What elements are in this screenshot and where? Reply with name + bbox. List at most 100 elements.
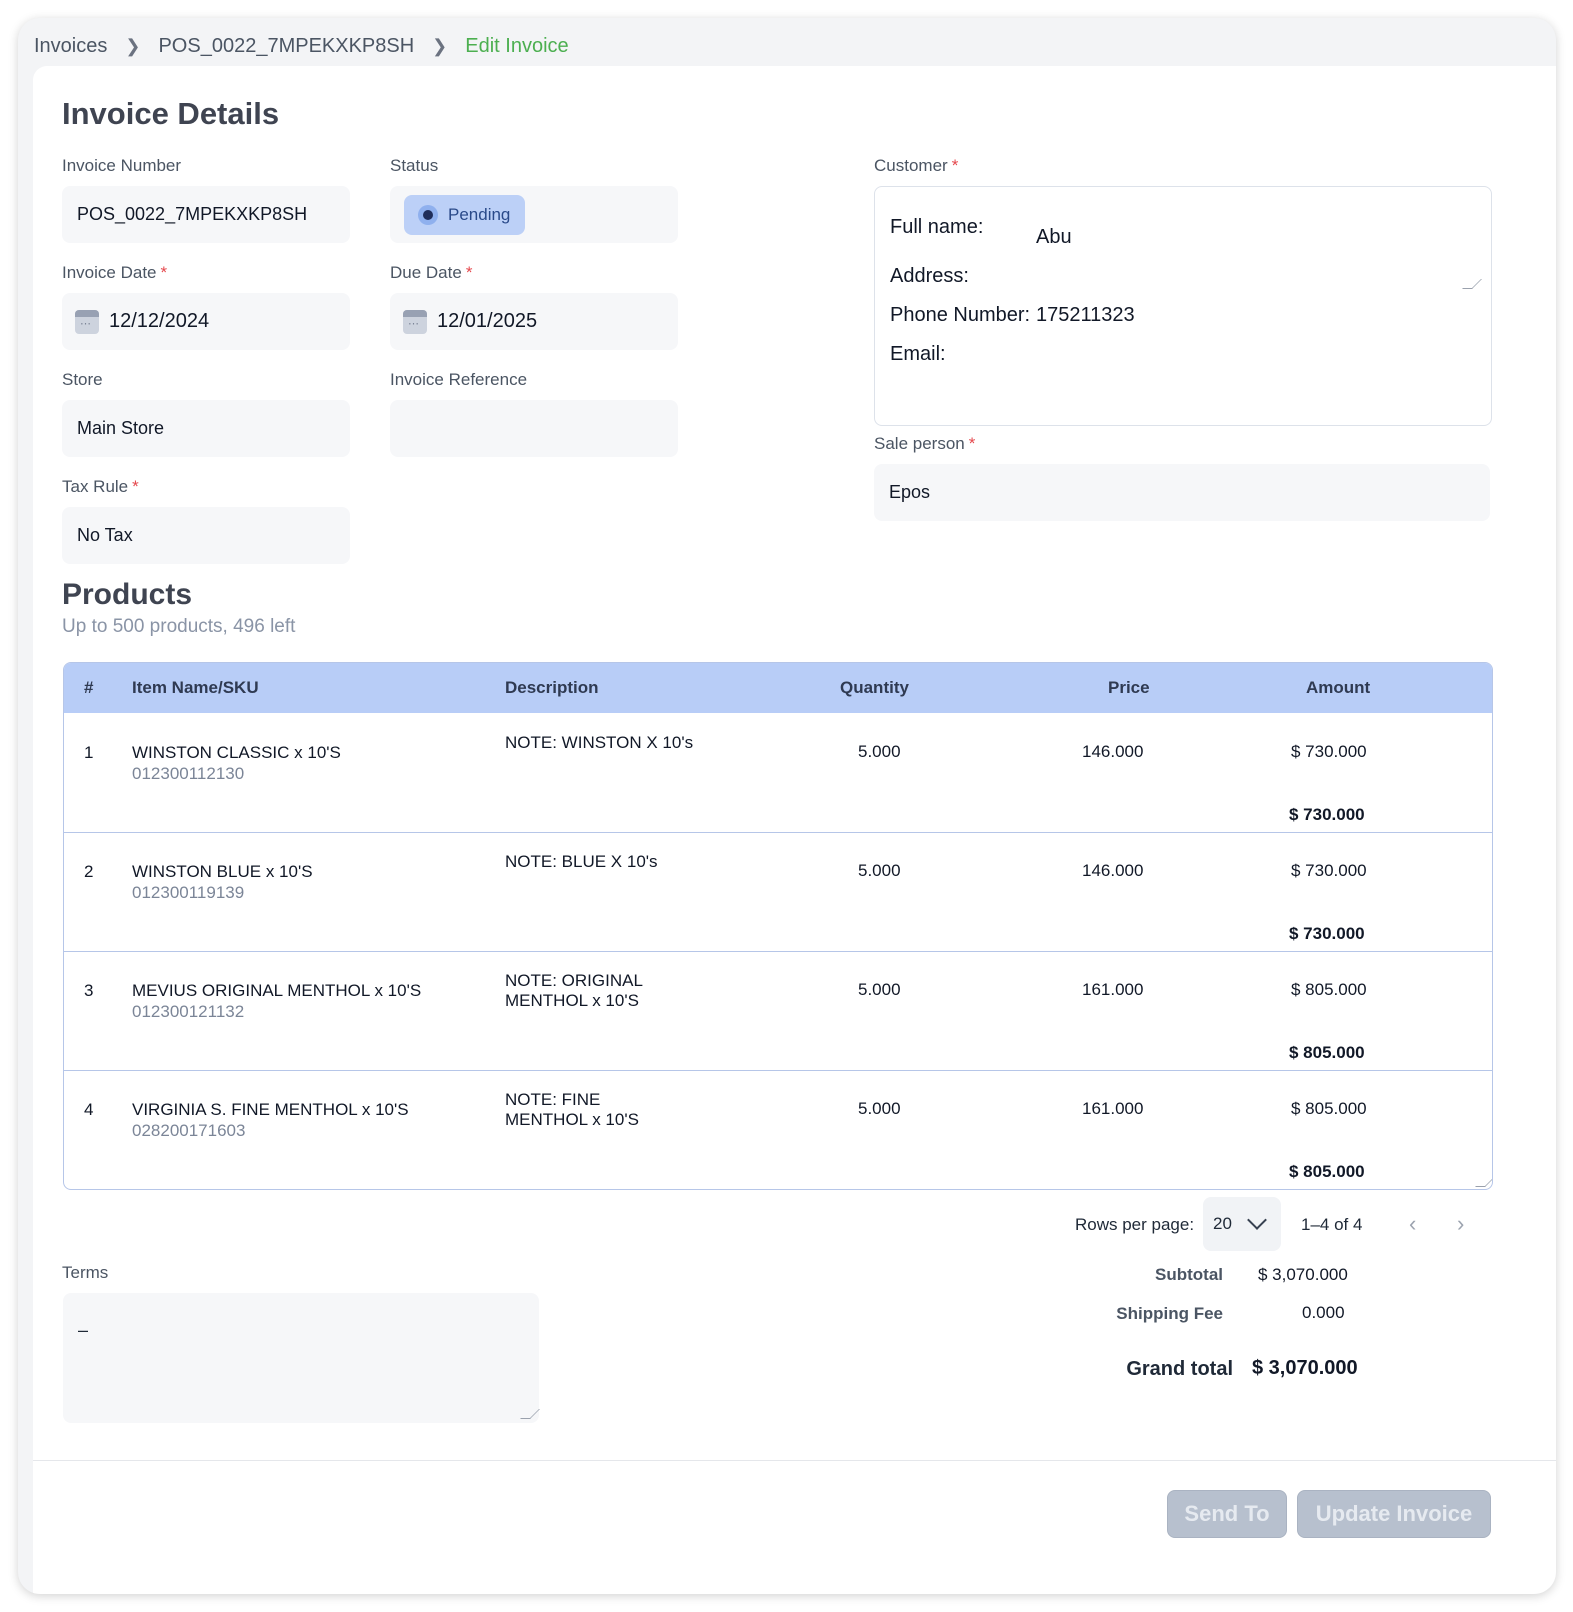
- item-name: VIRGINIA S. FINE MENTHOL x 10'S: [132, 1100, 409, 1119]
- item-price[interactable]: 161.000: [1082, 1099, 1143, 1119]
- rows-per-page-select[interactable]: 20: [1203, 1197, 1281, 1251]
- invoice-date-label: Invoice Date *: [62, 263, 167, 283]
- invoice-reference-label: Invoice Reference: [390, 370, 528, 389]
- item-price[interactable]: 146.000: [1082, 742, 1143, 762]
- chevron-right-icon: ❯: [432, 35, 448, 56]
- item-description: NOTE: FINE: [505, 1090, 601, 1109]
- customer-address-label: Address:: [890, 265, 969, 287]
- tax-rule-label-text: Tax Rule: [62, 477, 129, 496]
- table-row[interactable]: 3 MEVIUS ORIGINAL MENTHOL x 10'S 0123001…: [64, 951, 1492, 1071]
- grand-total-value: $ 3,070.000: [1252, 1357, 1358, 1379]
- invoice-date-field[interactable]: 12/12/2024: [62, 293, 350, 350]
- tax-rule-field[interactable]: No Tax: [62, 507, 350, 564]
- required-mark: *: [465, 263, 473, 282]
- item-quantity[interactable]: 5.000: [858, 861, 901, 881]
- item-total: $ 730.000: [1289, 924, 1365, 943]
- breadcrumb: Invoices ❯ POS_0022_7MPEKXKP8SH ❯ Edit I…: [34, 30, 569, 62]
- item-name: MEVIUS ORIGINAL MENTHOL x 10'S: [132, 981, 422, 1000]
- subtotal-label: Subtotal: [1155, 1265, 1223, 1284]
- chevron-right-icon: ❯: [125, 35, 141, 56]
- status-label: Status: [390, 156, 439, 175]
- column-header-number: #: [84, 678, 94, 697]
- footer-divider: [33, 1460, 1556, 1461]
- row-number: 4: [84, 1100, 94, 1119]
- due-date-field[interactable]: 12/01/2025: [390, 293, 678, 350]
- table-row[interactable]: 2 WINSTON BLUE x 10'S 012300119139 NOTE:…: [64, 832, 1492, 952]
- table-row[interactable]: 1 WINSTON CLASSIC x 10'S 012300112130 NO…: [64, 713, 1492, 833]
- calendar-icon[interactable]: [75, 309, 99, 334]
- breadcrumb-invoice-number[interactable]: POS_0022_7MPEKXKP8SH: [158, 35, 414, 58]
- grand-total-label: Grand total: [1126, 1358, 1233, 1380]
- due-date-label-text: Due Date: [390, 263, 462, 282]
- chevron-down-icon: [1247, 1210, 1267, 1230]
- required-mark: *: [968, 434, 976, 453]
- item-quantity[interactable]: 5.000: [858, 1099, 901, 1119]
- resize-handle-icon[interactable]: [1462, 279, 1482, 289]
- item-quantity[interactable]: 5.000: [858, 980, 901, 1000]
- invoice-card: Invoice Details Invoice Number POS_0022_…: [33, 66, 1556, 1594]
- products-subtitle: Up to 500 products, 496 left: [62, 616, 296, 637]
- item-total: $ 805.000: [1289, 1043, 1365, 1062]
- required-mark: *: [132, 477, 139, 496]
- rows-per-page-label: Rows per page:: [1075, 1215, 1195, 1234]
- invoice-date-value: 12/12/2024: [109, 310, 210, 332]
- item-price[interactable]: 146.000: [1082, 861, 1143, 881]
- item-description: NOTE: BLUE X 10's: [505, 852, 658, 871]
- customer-phone: 175211323: [1036, 304, 1135, 326]
- radio-selected-icon: [418, 205, 438, 225]
- invoice-number-label: Invoice Number: [62, 156, 182, 175]
- terms-textarea[interactable]: –: [63, 1293, 540, 1423]
- table-header: # Item Name/SKU Description Quantity Pri…: [64, 663, 1492, 713]
- due-date-value: 12/01/2025: [437, 310, 538, 332]
- terms-label: Terms: [62, 1263, 109, 1282]
- customer-full-name-label: Full name:: [890, 216, 984, 238]
- item-sku: 012300121132: [132, 1002, 245, 1021]
- customer-label-text: Customer: [874, 156, 948, 175]
- row-number: 3: [84, 981, 94, 1000]
- terms-value: –: [78, 1320, 89, 1340]
- status-chip[interactable]: Pending: [404, 195, 526, 235]
- required-mark: *: [951, 156, 959, 175]
- item-description-line2: MENTHOL x 10'S: [505, 991, 639, 1010]
- shipping-fee-value[interactable]: 0.000: [1302, 1303, 1345, 1323]
- row-number: 2: [84, 862, 94, 881]
- column-header-price: Price: [1108, 678, 1150, 697]
- resize-handle-icon[interactable]: [520, 1409, 540, 1419]
- item-description: NOTE: ORIGINAL: [505, 971, 643, 990]
- breadcrumb-invoices[interactable]: Invoices: [34, 35, 107, 58]
- required-mark: *: [160, 263, 168, 282]
- tax-rule-label: Tax Rule *: [62, 477, 139, 497]
- item-quantity[interactable]: 5.000: [858, 742, 901, 762]
- customer-email-label: Email:: [890, 343, 946, 365]
- chevron-right-icon[interactable]: ›: [1457, 1211, 1464, 1237]
- pagination-range: 1–4 of 4: [1301, 1215, 1363, 1234]
- sale-person-field[interactable]: Epos: [874, 464, 1490, 521]
- customer-phone-label: Phone Number:: [890, 304, 1031, 326]
- rows-per-page-value: 20: [1213, 1214, 1232, 1233]
- store-label: Store: [62, 370, 103, 389]
- table-row[interactable]: 4 VIRGINIA S. FINE MENTHOL x 10'S 028200…: [64, 1070, 1492, 1189]
- item-total: $ 730.000: [1289, 805, 1365, 824]
- item-name: WINSTON CLASSIC x 10'S: [132, 743, 341, 762]
- send-to-button[interactable]: Send To: [1167, 1490, 1287, 1538]
- store-field[interactable]: Main Store: [62, 400, 350, 457]
- item-amount: $ 730.000: [1291, 742, 1367, 761]
- item-price[interactable]: 161.000: [1082, 980, 1143, 1000]
- chevron-left-icon[interactable]: ‹: [1409, 1211, 1416, 1237]
- due-date-label: Due Date *: [390, 263, 472, 283]
- invoice-date-label-text: Invoice Date: [62, 263, 157, 282]
- calendar-icon[interactable]: [403, 309, 427, 334]
- item-amount: $ 730.000: [1291, 861, 1367, 880]
- row-number: 1: [84, 743, 94, 762]
- status-value: Pending: [448, 205, 511, 224]
- column-header-quantity: Quantity: [840, 678, 909, 697]
- item-sku: 012300119139: [132, 883, 245, 902]
- subtotal-value: $ 3,070.000: [1258, 1265, 1348, 1284]
- item-amount: $ 805.000: [1291, 980, 1367, 999]
- products-table: # Item Name/SKU Description Quantity Pri…: [63, 662, 1493, 1190]
- update-invoice-button[interactable]: Update Invoice: [1297, 1490, 1491, 1538]
- invoice-reference-field[interactable]: [390, 400, 678, 457]
- invoice-number-field[interactable]: POS_0022_7MPEKXKP8SH: [62, 186, 350, 243]
- column-header-item: Item Name/SKU: [132, 678, 259, 697]
- customer-textarea[interactable]: Full name: Abu Address: Phone Number: 17…: [874, 186, 1492, 426]
